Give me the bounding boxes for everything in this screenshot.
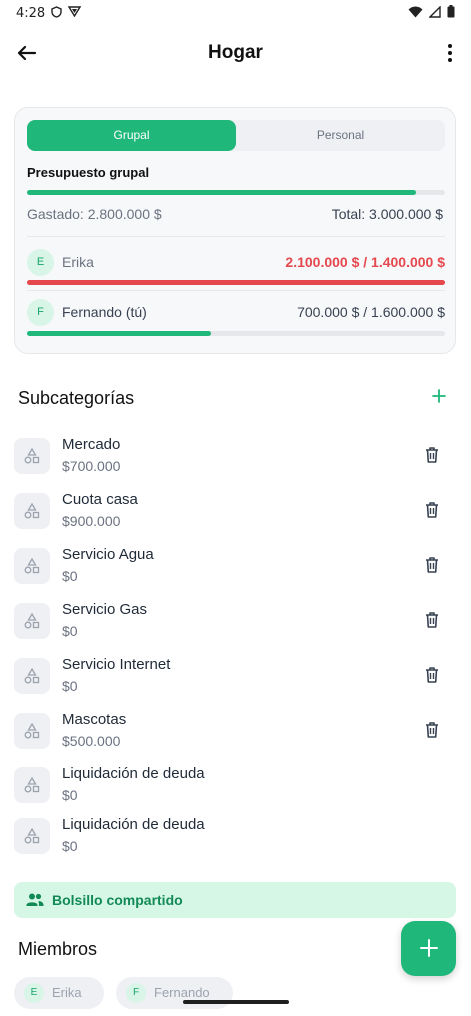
category-icon [14,713,50,749]
subcategories-title: Subcategorías [18,388,135,408]
shield-icon [51,5,62,21]
app-bar: Hogar [0,26,471,82]
budget-card: Grupal Personal Presupuesto grupal Gasta… [14,107,456,354]
subcategory-value: $0 [62,568,78,584]
add-subcategory-button[interactable] [429,386,449,406]
shared-pocket-label: Bolsillo compartido [52,892,183,908]
subcategory-value: $0 [62,787,78,803]
subcategory-name: Servicio Internet [62,656,171,673]
category-icon [14,658,50,694]
delete-icon[interactable] [424,446,440,464]
member-value: 2.100.000 $ / 1.400.000 $ [285,254,445,270]
member-value: 700.000 $ / 1.600.000 $ [297,304,445,320]
delete-icon[interactable] [424,721,440,739]
subcategory-value: $0 [62,623,78,639]
page-title: Hogar [208,42,263,63]
subcategory-value: $900.000 [62,513,121,529]
total-label: Total: 3.000.000 $ [331,206,443,222]
group-icon [26,892,44,913]
budget-title: Presupuesto grupal [27,165,150,180]
subcategory-row[interactable]: Servicio Agua $0 [14,546,456,590]
member-progress-bar [27,331,445,336]
member-chip-label: Erika [52,985,82,1000]
member-chip-fernando[interactable]: F Fernando [116,977,233,1009]
subcategory-value: $0 [62,678,78,694]
battery-icon [447,5,455,21]
category-icon [14,603,50,639]
category-icon [14,438,50,474]
signal-icon [428,5,441,21]
status-bar: 4:28 [0,0,471,26]
subcategory-row[interactable]: Liquidación de deuda $0 [14,816,456,860]
group-progress-fill [27,190,416,195]
subcategory-name: Servicio Gas [62,601,148,618]
subcategory-row[interactable]: Cuota casa $900.000 [14,491,456,535]
delete-icon[interactable] [424,611,440,629]
category-icon [14,818,50,854]
wifi-icon [408,5,423,21]
subcategory-name: Mercado [62,436,121,453]
member-row-fernando: F Fernando (tú) 700.000 $ / 1.600.000 $ [27,299,445,327]
subcategory-name: Liquidación de deuda [62,816,205,833]
spent-label: Gastado: 2.800.000 $ [27,206,162,222]
subcategory-name: Mascotas [62,711,127,728]
subcategory-name: Cuota casa [62,491,138,508]
divider [27,236,445,237]
divider [27,290,445,291]
budget-toggle: Grupal Personal [27,120,445,151]
vpn-icon [67,6,82,20]
member-row-erika: E Erika 2.100.000 $ / 1.400.000 $ [27,249,445,277]
delete-icon[interactable] [424,556,440,574]
group-progress-bar [27,190,445,195]
subcategory-value: $500.000 [62,733,121,749]
subcategory-name: Servicio Agua [62,546,154,563]
gesture-handle [183,1000,289,1004]
subcategory-row[interactable]: Servicio Gas $0 [14,601,456,645]
member-progress-fill [27,280,445,285]
subcategory-value: $700.000 [62,458,121,474]
add-fab-button[interactable] [401,921,456,976]
category-icon [14,548,50,584]
subcategory-row[interactable]: Liquidación de deuda $0 [14,765,456,809]
delete-icon[interactable] [424,666,440,684]
subcategory-row[interactable]: Mercado $700.000 [14,436,456,480]
subcategory-row[interactable]: Mascotas $500.000 [14,711,456,755]
member-name: Fernando (tú) [62,304,147,320]
subcategory-value: $0 [62,838,78,854]
member-chip-erika[interactable]: E Erika [14,977,104,1009]
subcategory-row[interactable]: Servicio Internet $0 [14,656,456,700]
avatar: E [24,983,44,1003]
avatar: F [126,983,146,1003]
member-chip-label: Fernando [154,985,210,1000]
status-time: 4:28 [16,5,46,21]
delete-icon[interactable] [424,501,440,519]
tab-grupal[interactable]: Grupal [27,120,236,151]
avatar: F [27,299,54,326]
category-icon [14,767,50,803]
subcategory-name: Liquidación de deuda [62,765,205,782]
avatar: E [27,249,54,276]
tab-personal[interactable]: Personal [236,120,445,151]
more-options-icon[interactable] [443,42,457,64]
member-name: Erika [62,254,94,270]
shared-pocket-banner[interactable]: Bolsillo compartido [14,882,456,918]
back-arrow-icon[interactable] [14,40,40,66]
category-icon [14,493,50,529]
member-progress-bar [27,280,445,285]
members-title: Miembros [18,939,98,959]
member-progress-fill [27,331,211,336]
